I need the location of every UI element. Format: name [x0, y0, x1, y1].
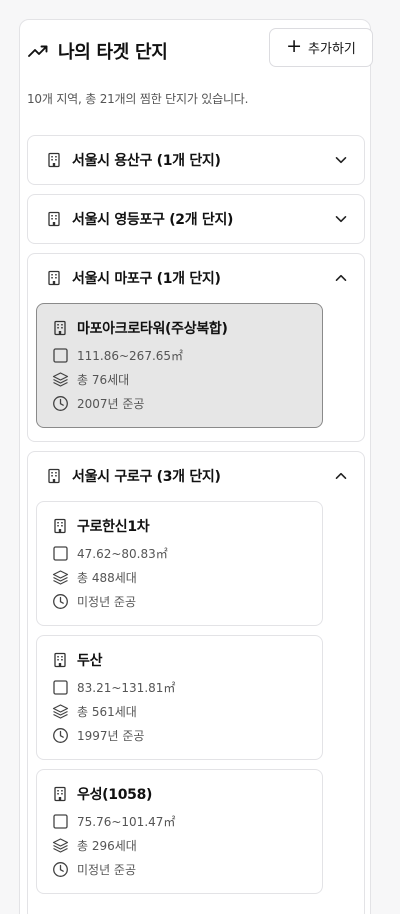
complex-households: 총 561세대: [52, 703, 137, 720]
region-mapo: 서울시 마포구 (1개 단지) 마포아크로타워(주상복합) 111.86~267…: [27, 253, 365, 442]
complex-card[interactable]: 두산 83.21~131.81㎡ 총 561세대 1997년 준공: [36, 635, 323, 760]
built-text: 미정년 준공: [77, 595, 137, 609]
layers-icon: [52, 703, 69, 720]
layers-icon: [52, 569, 69, 586]
area-text: 47.62~80.83㎡: [77, 547, 168, 561]
clock-icon: [52, 593, 69, 610]
area-text: 111.86~267.65㎡: [77, 349, 184, 363]
complex-area: 47.62~80.83㎡: [52, 545, 168, 562]
square-icon: [52, 679, 69, 696]
chevron-up-icon[interactable]: [334, 469, 348, 483]
clock-icon: [52, 861, 69, 878]
households-text: 총 76세대: [77, 373, 130, 387]
complex-area: 75.76~101.47㎡: [52, 813, 175, 830]
complex-households: 총 488세대: [52, 569, 137, 586]
complex-name: 구로한신1차: [77, 519, 150, 535]
complex-area: 111.86~267.65㎡: [52, 347, 183, 364]
complex-name: 우성(1058): [77, 787, 153, 803]
building-icon: [46, 270, 62, 286]
complex-built: 미정년 준공: [52, 861, 136, 878]
households-text: 총 488세대: [77, 571, 137, 585]
complex-name-row: 두산: [52, 650, 102, 670]
complex-name: 두산: [77, 653, 103, 669]
clock-icon: [52, 395, 69, 412]
region-header[interactable]: 서울시 구로구 (3개 단지): [28, 452, 364, 500]
complex-name-row: 우성(1058): [52, 784, 152, 804]
building-icon: [52, 320, 68, 336]
built-text: 미정년 준공: [77, 863, 137, 877]
complex-card[interactable]: 마포아크로타워(주상복합) 111.86~267.65㎡ 총 76세대 2007…: [36, 303, 323, 428]
complex-built: 미정년 준공: [52, 593, 136, 610]
region-yeongdeungpo: 서울시 영등포구 (2개 단지): [27, 194, 365, 244]
region-header[interactable]: 서울시 영등포구 (2개 단지): [28, 195, 364, 243]
building-icon: [46, 468, 62, 484]
complex-built: 1997년 준공: [52, 727, 144, 744]
region-header[interactable]: 서울시 용산구 (1개 단지): [28, 136, 364, 184]
households-text: 총 561세대: [77, 705, 137, 719]
complex-name-row: 구로한신1차: [52, 516, 150, 536]
clock-icon: [52, 727, 69, 744]
complex-card[interactable]: 우성(1058) 75.76~101.47㎡ 총 296세대 미정년 준공: [36, 769, 323, 894]
complex-name: 마포아크로타워(주상복합): [77, 321, 228, 337]
chevron-down-icon[interactable]: [334, 212, 348, 226]
complex-name-row: 마포아크로타워(주상복합): [52, 318, 228, 338]
layers-icon: [52, 837, 69, 854]
summary-text: 10개 지역, 총 21개의 찜한 단지가 있습니다.: [27, 92, 249, 106]
area-text: 75.76~101.47㎡: [77, 815, 176, 829]
region-name: 서울시 마포구 (1개 단지): [72, 271, 221, 287]
chevron-up-icon[interactable]: [334, 271, 348, 285]
building-icon: [52, 518, 68, 534]
square-icon: [52, 545, 69, 562]
square-icon: [52, 347, 69, 364]
building-icon: [52, 652, 68, 668]
households-text: 총 296세대: [77, 839, 137, 853]
complex-area: 83.21~131.81㎡: [52, 679, 175, 696]
complex-card[interactable]: 구로한신1차 47.62~80.83㎡ 총 488세대 미정년 준공: [36, 501, 323, 626]
region-name: 서울시 구로구 (3개 단지): [72, 469, 221, 485]
building-icon: [52, 786, 68, 802]
built-text: 2007년 준공: [77, 397, 145, 411]
building-icon: [46, 211, 62, 227]
add-complex-button[interactable]: + 추가하기: [269, 28, 373, 67]
complex-built: 2007년 준공: [52, 395, 144, 412]
region-guro: 서울시 구로구 (3개 단지) 구로한신1차 47.62~80.83㎡ 총 48…: [27, 451, 365, 914]
area-text: 83.21~131.81㎡: [77, 681, 176, 695]
complex-households: 총 76세대: [52, 371, 129, 388]
region-yongsan: 서울시 용산구 (1개 단지): [27, 135, 365, 185]
title-wrap: 나의 타겟 단지: [27, 38, 168, 64]
region-name: 서울시 용산구 (1개 단지): [72, 153, 221, 169]
complex-households: 총 296세대: [52, 837, 137, 854]
region-name: 서울시 영등포구 (2개 단지): [72, 212, 234, 228]
chevron-down-icon[interactable]: [334, 153, 348, 167]
square-icon: [52, 813, 69, 830]
built-text: 1997년 준공: [77, 729, 145, 743]
plus-icon: +: [286, 35, 303, 57]
region-header[interactable]: 서울시 마포구 (1개 단지): [28, 254, 364, 302]
building-icon: [46, 152, 62, 168]
panel-header: 나의 타겟 단지 + 추가하기: [27, 28, 373, 68]
trending-up-icon: [28, 45, 48, 57]
layers-icon: [52, 371, 69, 388]
add-button-label: 추가하기: [308, 42, 356, 57]
page-title: 나의 타겟 단지: [58, 42, 168, 63]
